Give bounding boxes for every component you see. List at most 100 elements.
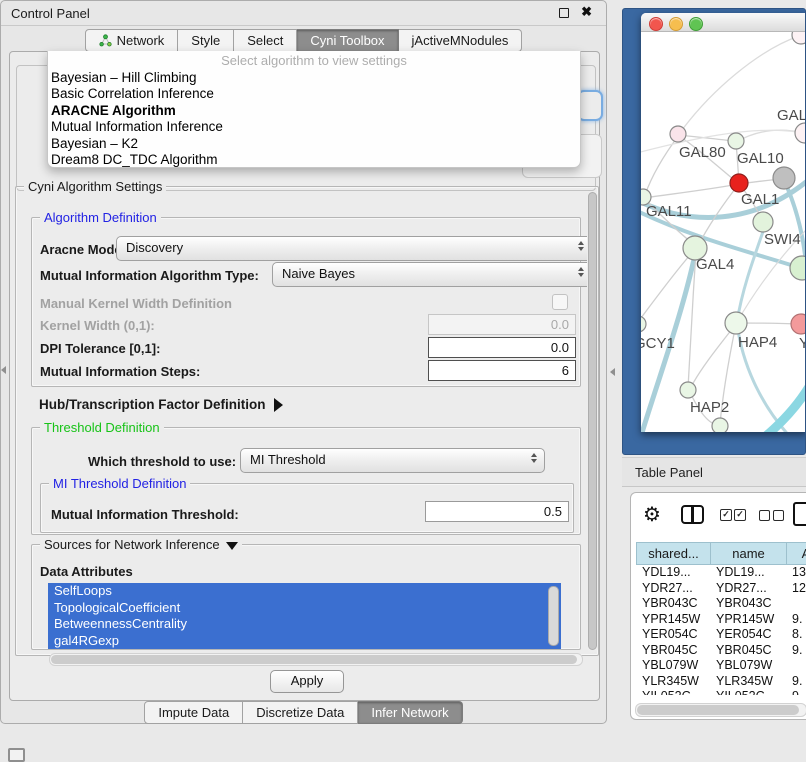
column-header-shared[interactable]: shared...	[636, 542, 710, 565]
float-square-icon[interactable]	[559, 8, 569, 18]
tab-label: Select	[247, 33, 283, 48]
panel-splitter-handle[interactable]	[610, 368, 615, 376]
which-threshold-label: Which threshold to use:	[88, 454, 236, 469]
tab-impute-data[interactable]: Impute Data	[144, 701, 243, 724]
left-splitter-handle[interactable]	[1, 366, 6, 374]
algorithm-option-dream8-dc-tdc-algorithm[interactable]: Dream8 DC_TDC Algorithm	[48, 152, 580, 168]
cell: YPR145W	[636, 612, 710, 628]
cell: YDR27...	[636, 581, 710, 597]
tab-label: Discretize Data	[256, 705, 344, 720]
algorithm-option-bayesian-hill-climbing[interactable]: Bayesian – Hill Climbing	[48, 70, 580, 86]
network-edge[interactable]	[737, 226, 765, 322]
kernel-width-label: Kernel Width (0,1):	[40, 318, 155, 333]
data-attributes-list[interactable]: SelfLoopsTopologicalCoefficientBetweenne…	[48, 583, 561, 649]
attribute-item-betweennesscentrality[interactable]: BetweennessCentrality	[48, 616, 561, 633]
table-row[interactable]: YIL052CYIL052C9	[636, 689, 806, 695]
which-threshold-select[interactable]: MI Threshold	[240, 448, 545, 473]
tab-infer-network[interactable]: Infer Network	[358, 701, 462, 724]
table-row[interactable]: YLR345WYLR345W9.	[636, 674, 806, 690]
tab-label: jActiveMNodules	[412, 33, 509, 48]
algorithm-option-mutual-information-inference[interactable]: Mutual Information Inference	[48, 119, 580, 135]
table-panel-titlebar: Table Panel	[622, 457, 806, 487]
table-row[interactable]: YPR145WYPR145W9.	[636, 612, 806, 628]
control-panel-window: Control Panel ✖ NetworkStyleSelectCyni T…	[0, 0, 607, 724]
network-node-gal[interactable]	[795, 123, 806, 143]
unchecked-boxes-icon[interactable]	[773, 510, 784, 521]
zoom-green-icon[interactable]	[689, 17, 703, 31]
vertical-scrollbar[interactable]	[587, 191, 598, 653]
network-node[interactable]	[712, 418, 728, 432]
close-x-icon[interactable]: ✖	[581, 4, 592, 20]
column-header-name[interactable]: name	[710, 542, 786, 565]
network-edge[interactable]	[721, 380, 806, 432]
hub-tf-definition-toggle[interactable]: Hub/Transcription Factor Definition	[39, 397, 283, 412]
network-node-hap4[interactable]	[725, 312, 747, 334]
table-row[interactable]: YBR043CYBR043C	[636, 596, 806, 612]
mi-algorithm-type-select[interactable]: Naive Bayes	[272, 262, 592, 287]
tab-select[interactable]: Select	[234, 29, 297, 52]
attribute-item-gal4rgexp[interactable]: gal4RGexp	[48, 633, 561, 650]
table-row[interactable]: YDR27...YDR27...12	[636, 581, 806, 597]
tab-network[interactable]: Network	[85, 29, 179, 52]
node-label-gal11: GAL11	[646, 203, 692, 220]
cell: YIL052C	[636, 689, 710, 695]
dpi-tolerance-input[interactable]	[428, 337, 576, 358]
tab-jactivemnodules[interactable]: jActiveMNodules	[399, 29, 523, 52]
network-node-y[interactable]	[791, 314, 806, 334]
manual-kernel-width-checkbox[interactable]	[552, 294, 568, 310]
mi-steps-input[interactable]	[428, 360, 576, 381]
attribute-item-topologicalcoefficient[interactable]: TopologicalCoefficient	[48, 600, 561, 617]
node-label-gcy1: GCY1	[641, 335, 675, 352]
horizontal-scrollbar-thumb[interactable]	[51, 655, 577, 664]
column-header-a[interactable]: A	[786, 542, 806, 565]
algorithm-option-aracne-algorithm[interactable]: ARACNE Algorithm	[48, 103, 580, 119]
network-canvas[interactable]: GALGAL80GAL10GAL1GAL11SWI4GAL4GCY1HAP4YH…	[641, 32, 806, 432]
unchecked-boxes-icon[interactable]	[759, 510, 770, 521]
network-node[interactable]	[773, 167, 795, 189]
tab-cyni-toolbox[interactable]: Cyni Toolbox	[297, 29, 398, 52]
attribute-item-selfloops[interactable]: SelfLoops	[48, 583, 561, 600]
document-icon[interactable]	[793, 502, 806, 526]
network-edge[interactable]	[644, 184, 739, 198]
table-row[interactable]: YBL079WYBL079W	[636, 658, 806, 674]
network-edge[interactable]	[679, 135, 733, 141]
network-node-gal10[interactable]	[728, 133, 744, 149]
node-table-card: ⚙ ✓ ✓ shared...nameA YDL19...YDL19...13Y…	[630, 492, 806, 720]
tab-label: Impute Data	[158, 705, 229, 720]
apply-button[interactable]: Apply	[270, 670, 344, 693]
aracne-mode-select[interactable]: Discovery	[116, 236, 592, 261]
table-horizontal-scrollbar[interactable]	[635, 703, 806, 717]
tab-discretize-data[interactable]: Discretize Data	[243, 701, 358, 724]
gear-icon[interactable]: ⚙	[643, 503, 661, 527]
network-node[interactable]	[790, 256, 806, 280]
cell: YIL052C	[710, 689, 786, 695]
table-row[interactable]: YER054CYER054C8.	[636, 627, 806, 643]
table-scrollbar-thumb[interactable]	[637, 705, 799, 715]
table-row[interactable]: YDL19...YDL19...13	[636, 565, 806, 581]
horizontal-scrollbar[interactable]	[49, 653, 583, 666]
mi-threshold-input[interactable]	[425, 501, 569, 522]
close-red-icon[interactable]	[649, 17, 663, 31]
dock-panel-icon[interactable]	[8, 748, 25, 762]
sources-title[interactable]: Sources for Network Inference	[40, 537, 242, 552]
network-node-hap2[interactable]	[680, 382, 696, 398]
network-window-titlebar[interactable]	[641, 13, 806, 32]
network-node-gcy1[interactable]	[641, 316, 646, 332]
algorithm-option-bayesian-k2[interactable]: Bayesian – K2	[48, 136, 580, 152]
network-edge[interactable]	[641, 254, 691, 322]
algorithm-definition-groupbox: Algorithm Definition Aracne Mode: Discov…	[31, 217, 581, 387]
node-label-gal1: GAL1	[741, 191, 779, 208]
vertical-scrollbar-thumb[interactable]	[588, 192, 597, 650]
list-scrollbar-thumb[interactable]	[548, 586, 559, 646]
network-node[interactable]	[792, 32, 806, 44]
network-node-gal80[interactable]	[670, 126, 686, 142]
tab-style[interactable]: Style	[178, 29, 234, 52]
checked-boxes-icon[interactable]: ✓	[720, 509, 732, 521]
algorithm-option-basic-correlation-inference[interactable]: Basic Correlation Inference	[48, 86, 580, 102]
checked-boxes-icon[interactable]: ✓	[734, 509, 746, 521]
table-row[interactable]: YBR045CYBR045C9.	[636, 643, 806, 659]
minimize-yellow-icon[interactable]	[669, 17, 683, 31]
columns-icon[interactable]	[681, 505, 704, 524]
network-node-gal1[interactable]	[730, 174, 748, 192]
network-node-swi4[interactable]	[753, 212, 773, 232]
